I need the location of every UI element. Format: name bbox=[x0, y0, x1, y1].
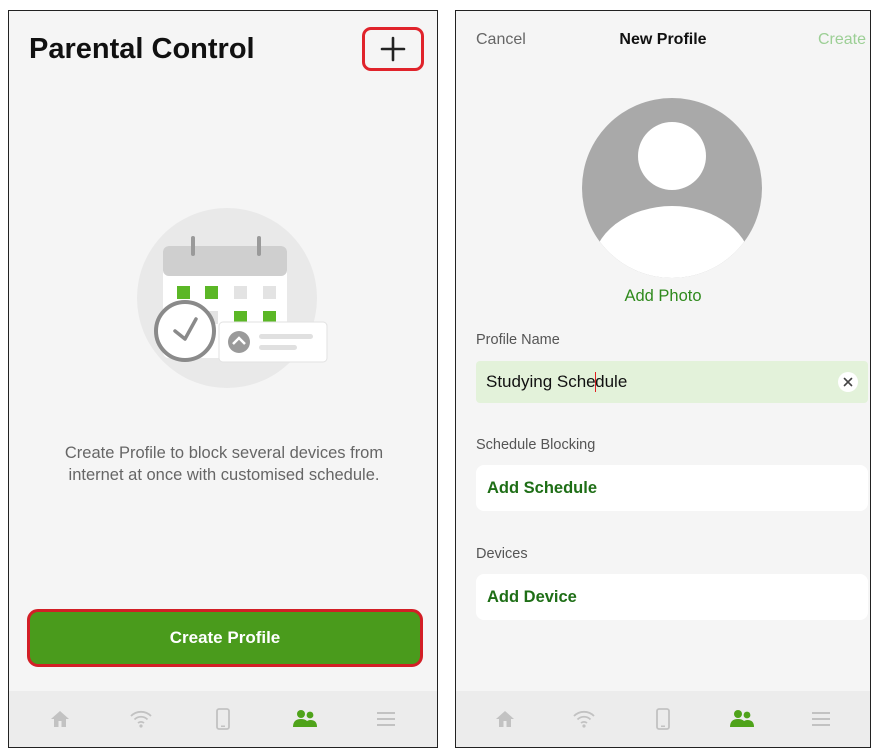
bottom-navigation bbox=[9, 691, 437, 747]
profile-name-value: Studying Schedule bbox=[486, 371, 628, 393]
nav-devices[interactable] bbox=[203, 699, 243, 739]
close-icon bbox=[843, 377, 853, 387]
home-icon bbox=[496, 711, 515, 727]
nav-parental-control[interactable] bbox=[285, 699, 325, 739]
add-photo-button[interactable]: Add Photo bbox=[456, 287, 870, 306]
new-profile-screen: New Profile Cancel Create Add Photo Prof… bbox=[455, 10, 871, 748]
parental-control-screen: Parental Control Create Profile to block… bbox=[8, 10, 438, 748]
wifi-icon bbox=[130, 710, 153, 728]
schedule-blocking-label: Schedule Blocking bbox=[476, 437, 596, 453]
profile-name-label: Profile Name bbox=[476, 332, 560, 348]
nav-wifi[interactable] bbox=[121, 699, 161, 739]
bottom-navigation bbox=[456, 691, 870, 747]
wifi-icon bbox=[573, 710, 595, 728]
add-profile-button[interactable] bbox=[362, 27, 424, 71]
create-profile-button[interactable]: Create Profile bbox=[27, 609, 423, 667]
phone-icon bbox=[216, 708, 230, 730]
create-button[interactable]: Create bbox=[818, 31, 866, 49]
menu-icon bbox=[377, 712, 396, 726]
profile-name-input[interactable]: Studying Schedule bbox=[476, 361, 868, 403]
nav-menu[interactable] bbox=[801, 699, 841, 739]
nav-wifi[interactable] bbox=[564, 699, 604, 739]
plus-icon bbox=[380, 36, 406, 62]
clear-input-button[interactable] bbox=[838, 372, 858, 392]
phone-icon bbox=[656, 708, 670, 730]
avatar-placeholder[interactable] bbox=[582, 98, 762, 278]
home-icon bbox=[50, 711, 69, 727]
empty-state-message: Create Profile to block several devices … bbox=[64, 444, 384, 484]
devices-label: Devices bbox=[476, 546, 528, 562]
nav-home[interactable] bbox=[485, 699, 525, 739]
page-title: Parental Control bbox=[29, 33, 255, 65]
add-device-button[interactable]: Add Device bbox=[476, 574, 868, 620]
add-schedule-button[interactable]: Add Schedule bbox=[476, 465, 868, 511]
nav-devices[interactable] bbox=[643, 699, 683, 739]
menu-icon bbox=[811, 712, 830, 726]
cancel-button[interactable]: Cancel bbox=[476, 31, 526, 49]
people-icon bbox=[292, 710, 317, 727]
nav-parental-control[interactable] bbox=[722, 699, 762, 739]
nav-menu[interactable] bbox=[366, 699, 406, 739]
calendar-clock-illustration bbox=[137, 208, 328, 388]
nav-home[interactable] bbox=[40, 699, 80, 739]
people-icon bbox=[729, 710, 754, 727]
